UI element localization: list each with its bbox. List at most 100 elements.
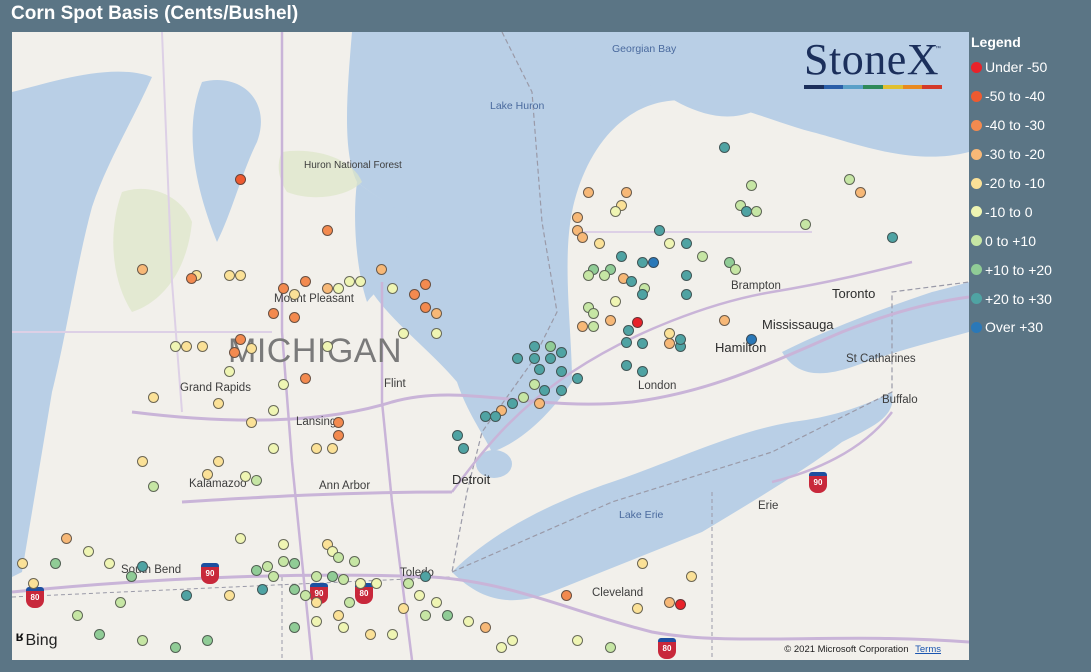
bing-attribution[interactable]: ʶ Bing bbox=[16, 629, 58, 652]
location-marker[interactable] bbox=[387, 282, 399, 294]
location-marker[interactable] bbox=[343, 596, 355, 608]
location-marker[interactable] bbox=[267, 404, 279, 416]
location-marker[interactable] bbox=[354, 577, 366, 589]
location-marker[interactable] bbox=[93, 628, 105, 640]
location-marker[interactable] bbox=[631, 603, 643, 615]
location-marker[interactable] bbox=[718, 314, 730, 326]
location-marker[interactable] bbox=[321, 340, 333, 352]
location-marker[interactable] bbox=[479, 622, 491, 634]
location-marker[interactable] bbox=[251, 564, 263, 576]
location-marker[interactable] bbox=[843, 173, 855, 185]
location-marker[interactable] bbox=[256, 584, 268, 595]
location-marker[interactable] bbox=[224, 270, 235, 281]
location-marker[interactable] bbox=[169, 340, 181, 352]
location-marker[interactable] bbox=[403, 577, 415, 589]
location-marker[interactable] bbox=[604, 314, 616, 326]
location-marker[interactable] bbox=[213, 455, 225, 467]
location-marker[interactable] bbox=[196, 340, 208, 352]
location-marker[interactable] bbox=[234, 532, 246, 544]
location-marker[interactable] bbox=[234, 334, 246, 346]
location-marker[interactable] bbox=[729, 263, 741, 275]
location-marker[interactable] bbox=[680, 237, 692, 249]
location-marker[interactable] bbox=[376, 263, 388, 275]
location-marker[interactable] bbox=[610, 205, 622, 217]
location-marker[interactable] bbox=[620, 336, 632, 348]
location-marker[interactable] bbox=[680, 289, 692, 301]
location-marker[interactable] bbox=[528, 378, 540, 390]
location-marker[interactable] bbox=[419, 571, 431, 583]
location-marker[interactable] bbox=[137, 455, 148, 467]
location-marker[interactable] bbox=[533, 363, 545, 375]
location-marker[interactable] bbox=[349, 555, 361, 567]
location-marker[interactable] bbox=[582, 270, 594, 281]
location-marker[interactable] bbox=[332, 609, 344, 621]
location-marker[interactable] bbox=[555, 366, 567, 378]
location-marker[interactable] bbox=[528, 340, 540, 352]
location-marker[interactable] bbox=[180, 340, 192, 352]
location-marker[interactable] bbox=[479, 410, 491, 422]
location-marker[interactable] bbox=[506, 398, 518, 410]
location-marker[interactable] bbox=[185, 272, 197, 284]
location-marker[interactable] bbox=[137, 560, 148, 572]
location-marker[interactable] bbox=[495, 641, 507, 653]
location-marker[interactable] bbox=[245, 343, 257, 355]
location-marker[interactable] bbox=[338, 573, 350, 585]
map-view[interactable]: Georgian Bay Lake Huron Lake Erie Huron … bbox=[12, 32, 969, 660]
location-marker[interactable] bbox=[620, 186, 632, 198]
location-marker[interactable] bbox=[740, 205, 752, 217]
location-marker[interactable] bbox=[234, 173, 246, 185]
location-marker[interactable] bbox=[321, 225, 333, 237]
location-marker[interactable] bbox=[60, 532, 72, 544]
terms-link[interactable]: Terms bbox=[915, 644, 941, 655]
location-marker[interactable] bbox=[887, 231, 899, 243]
location-marker[interactable] bbox=[419, 609, 431, 621]
location-marker[interactable] bbox=[115, 596, 127, 608]
location-marker[interactable] bbox=[528, 353, 540, 365]
location-marker[interactable] bbox=[370, 577, 382, 589]
location-marker[interactable] bbox=[506, 635, 518, 647]
location-marker[interactable] bbox=[457, 443, 469, 455]
location-marker[interactable] bbox=[697, 250, 709, 262]
location-marker[interactable] bbox=[430, 327, 442, 339]
location-marker[interactable] bbox=[555, 346, 567, 358]
location-marker[interactable] bbox=[311, 616, 322, 628]
location-marker[interactable] bbox=[202, 468, 214, 480]
location-marker[interactable] bbox=[321, 282, 333, 294]
location-marker[interactable] bbox=[71, 609, 83, 621]
location-marker[interactable] bbox=[680, 270, 692, 281]
location-marker[interactable] bbox=[147, 391, 159, 403]
location-marker[interactable] bbox=[653, 225, 665, 237]
location-marker[interactable] bbox=[718, 141, 730, 153]
location-marker[interactable] bbox=[615, 250, 627, 262]
location-marker[interactable] bbox=[610, 295, 622, 307]
location-marker[interactable] bbox=[169, 641, 181, 653]
location-marker[interactable] bbox=[234, 270, 246, 281]
location-marker[interactable] bbox=[180, 590, 192, 602]
location-marker[interactable] bbox=[267, 443, 279, 455]
location-marker[interactable] bbox=[332, 282, 344, 294]
location-marker[interactable] bbox=[137, 263, 148, 275]
location-marker[interactable] bbox=[430, 596, 442, 608]
location-marker[interactable] bbox=[267, 308, 279, 320]
location-marker[interactable] bbox=[300, 372, 312, 384]
location-marker[interactable] bbox=[387, 628, 399, 640]
location-marker[interactable] bbox=[332, 430, 344, 442]
location-marker[interactable] bbox=[267, 571, 279, 583]
location-marker[interactable] bbox=[517, 391, 529, 403]
location-marker[interactable] bbox=[82, 545, 94, 557]
location-marker[interactable] bbox=[441, 609, 453, 621]
location-marker[interactable] bbox=[332, 551, 344, 563]
location-marker[interactable] bbox=[746, 334, 757, 346]
location-marker[interactable] bbox=[28, 577, 40, 589]
location-marker[interactable] bbox=[398, 327, 409, 339]
location-marker[interactable] bbox=[419, 278, 431, 290]
location-marker[interactable] bbox=[577, 231, 589, 243]
location-marker[interactable] bbox=[419, 302, 431, 314]
location-marker[interactable] bbox=[343, 276, 355, 288]
location-marker[interactable] bbox=[555, 385, 567, 397]
location-marker[interactable] bbox=[544, 340, 556, 352]
location-marker[interactable] bbox=[311, 443, 322, 455]
location-marker[interactable] bbox=[572, 372, 583, 384]
location-marker[interactable] bbox=[604, 641, 616, 653]
location-marker[interactable] bbox=[354, 276, 366, 288]
